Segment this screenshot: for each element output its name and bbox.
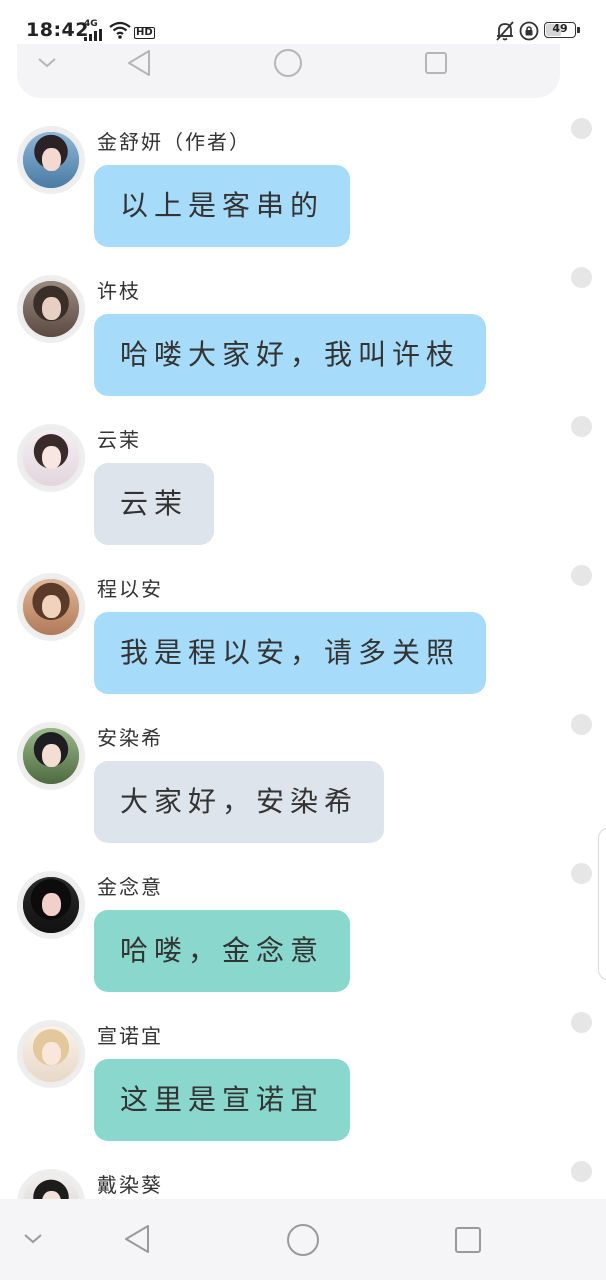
message-status-dot — [571, 416, 592, 437]
avatar[interactable] — [17, 1020, 85, 1088]
message-bubble[interactable]: 这里是宣诺宜 — [94, 1059, 351, 1141]
chat-message: 许枝 哈喽大家好，我叫许枝 — [0, 259, 606, 408]
message-bubble[interactable]: 哈喽，金念意 — [94, 910, 351, 992]
sender-name: 云茉 — [97, 428, 141, 452]
avatar[interactable] — [17, 126, 85, 194]
back-triangle-icon[interactable] — [125, 48, 155, 78]
chat-message: 金舒妍（作者） 以上是客串的 — [0, 110, 606, 259]
screen: 18:42 4G HD 49 金舒妍（作者） 以上是客串的 许枝 哈喽大家好，我… — [0, 0, 606, 1280]
recents-square-icon[interactable] — [423, 50, 449, 76]
bottom-nav-bar — [0, 1199, 606, 1280]
recents-square-icon[interactable] — [453, 1225, 483, 1255]
message-bubble[interactable]: 我是程以安，请多关照 — [94, 612, 487, 694]
avatar[interactable] — [17, 275, 85, 343]
message-status-dot — [571, 1012, 592, 1033]
bell-off-icon — [496, 21, 514, 41]
chat-message: 安染希 大家好，安染希 — [0, 706, 606, 855]
avatar[interactable] — [17, 871, 85, 939]
avatar[interactable] — [17, 722, 85, 790]
battery-level: 49 — [552, 22, 568, 35]
sender-name: 宣诺宜 — [97, 1024, 163, 1048]
message-status-dot — [571, 1161, 592, 1182]
battery-icon: 49 — [544, 22, 576, 38]
wifi-icon — [109, 21, 131, 39]
chat-message: 程以安 我是程以安，请多关照 — [0, 557, 606, 706]
avatar[interactable] — [17, 424, 85, 492]
top-floating-nav — [17, 44, 560, 98]
avatar[interactable] — [17, 573, 85, 641]
chat-message-list[interactable]: 金舒妍（作者） 以上是客串的 许枝 哈喽大家好，我叫许枝 云茉 云茉 程以安 我… — [0, 110, 606, 1200]
message-status-dot — [571, 714, 592, 735]
battery-tip — [577, 27, 580, 33]
side-edge-handle[interactable] — [598, 828, 606, 980]
home-circle-icon[interactable] — [272, 47, 304, 79]
network-type-label: 4G — [84, 19, 98, 29]
message-status-dot — [571, 565, 592, 586]
sender-name: 金舒妍（作者） — [97, 130, 251, 154]
message-status-dot — [571, 863, 592, 884]
chevron-down-icon[interactable] — [37, 56, 57, 70]
status-time: 18:42 — [26, 19, 89, 41]
status-bar: 18:42 4G HD 49 — [0, 0, 606, 46]
message-status-dot — [571, 118, 592, 139]
chat-message: 宣诺宜 这里是宣诺宜 — [0, 1004, 606, 1153]
sender-name: 许枝 — [97, 279, 141, 303]
signal-icon — [84, 29, 102, 41]
home-circle-icon[interactable] — [285, 1222, 321, 1258]
chevron-down-icon[interactable] — [23, 1232, 43, 1246]
chat-message: 戴染葵 — [0, 1153, 606, 1200]
back-triangle-icon[interactable] — [122, 1223, 152, 1255]
message-bubble[interactable]: 云茉 — [94, 463, 215, 545]
message-bubble[interactable]: 以上是客串的 — [94, 165, 351, 247]
sender-name: 金念意 — [97, 875, 163, 899]
message-bubble[interactable]: 大家好，安染希 — [94, 761, 385, 843]
message-status-dot — [571, 267, 592, 288]
lock-rotation-icon — [519, 21, 539, 41]
chat-message: 云茉 云茉 — [0, 408, 606, 557]
sender-name: 程以安 — [97, 577, 163, 601]
message-bubble[interactable]: 哈喽大家好，我叫许枝 — [94, 314, 487, 396]
hd-badge: HD — [134, 27, 155, 39]
sender-name: 戴染葵 — [97, 1173, 163, 1197]
chat-message: 金念意 哈喽，金念意 — [0, 855, 606, 1004]
sender-name: 安染希 — [97, 726, 163, 750]
avatar[interactable] — [17, 1169, 85, 1200]
